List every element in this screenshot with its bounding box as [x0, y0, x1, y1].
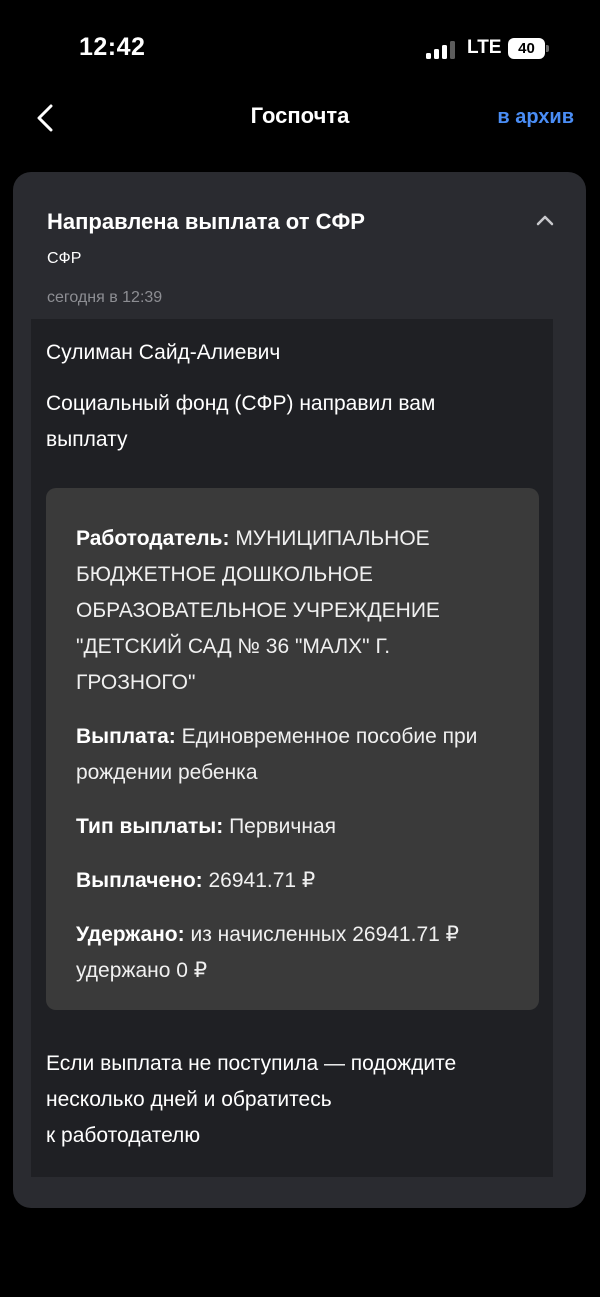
- status-bar: 12:42 LTE 40: [0, 0, 600, 96]
- collapse-button[interactable]: [534, 212, 556, 228]
- footer-line: несколько дней и обратитесь: [46, 1088, 332, 1111]
- status-time: 12:42: [79, 33, 146, 61]
- archive-button[interactable]: в архив: [497, 106, 574, 129]
- footer-line: к работодателю: [46, 1124, 201, 1147]
- detail-withheld: Удержано: из начисленных 26941.71 ₽ удер…: [76, 917, 509, 989]
- detail-paid: Выплачено: 26941.71 ₽: [76, 863, 509, 899]
- detail-employer: Работодатель: МУНИЦИПАЛЬНОЕ БЮДЖЕТНОЕ ДО…: [76, 521, 509, 701]
- detail-label: Тип выплаты:: [76, 815, 224, 838]
- network-type: LTE: [467, 37, 502, 58]
- nav-bar: Госпочта в архив: [0, 96, 600, 140]
- detail-value: Первичная: [229, 815, 336, 838]
- message-body: Сулиман Сайд-Алиевич Социальный фонд (СФ…: [31, 319, 553, 1177]
- message-date: сегодня в 12:39: [47, 289, 163, 306]
- message-title: Направлена выплата от СФР: [47, 209, 365, 234]
- detail-label: Выплата:: [76, 725, 176, 748]
- detail-value: МУНИЦИПАЛЬНОЕ БЮДЖЕТНОЕ ДОШКОЛЬНОЕ ОБРАЗ…: [76, 527, 440, 694]
- payment-details: Работодатель: МУНИЦИПАЛЬНОЕ БЮДЖЕТНОЕ ДО…: [46, 488, 539, 1010]
- footer-line: Если выплата не поступила — подождите: [46, 1052, 457, 1075]
- message-card: Направлена выплата от СФР СФР сегодня в …: [13, 172, 586, 1208]
- chevron-up-icon: [536, 215, 554, 226]
- detail-label: Работодатель:: [76, 527, 230, 550]
- battery-icon: 40: [508, 38, 545, 59]
- message-sender: СФР: [47, 250, 82, 267]
- detail-label: Выплачено:: [76, 869, 203, 892]
- detail-label: Удержано:: [76, 923, 185, 946]
- battery-tip: [546, 45, 549, 52]
- footer-note: Если выплата не поступила — подождите не…: [46, 1046, 526, 1154]
- detail-payment-type: Тип выплаты: Первичная: [76, 809, 509, 845]
- intro-text: Социальный фонд (СФР) направил вам выпла…: [46, 392, 436, 451]
- detail-payment: Выплата: Единовременное пособие при рожд…: [76, 719, 509, 791]
- recipient-name: Сулиман Сайд-Алиевич: [46, 341, 281, 364]
- signal-icon: [426, 39, 456, 59]
- detail-value: 26941.71 ₽: [208, 869, 316, 892]
